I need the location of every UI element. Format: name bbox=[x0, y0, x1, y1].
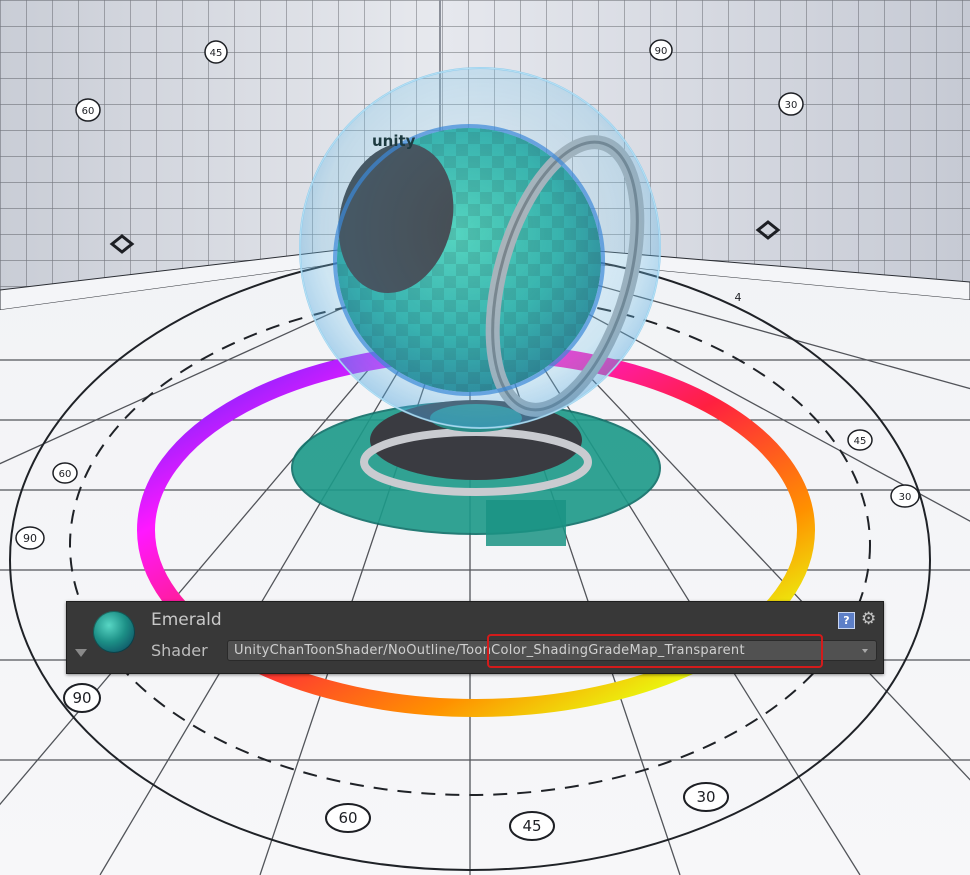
angle-label: 30 bbox=[696, 788, 715, 806]
angle-label: 4 bbox=[735, 291, 742, 304]
material-preview-scene: 90 60 45 30 90 60 45 30 45 30 60 90 4 un… bbox=[0, 0, 970, 875]
shader-dropdown-value: UnityChanToonShader/NoOutline/ToonColor_… bbox=[234, 642, 745, 660]
unity-logo-text: unity bbox=[372, 132, 416, 150]
shader-name: ToonColor_ShadingGradeMap_Transparent bbox=[460, 643, 745, 658]
shader-path-prefix: UnityChanToonShader/NoOutline/ bbox=[234, 643, 461, 658]
material-inspector-header: Emerald ? ⚙ Shader UnityChanToonShader/N… bbox=[66, 601, 884, 674]
angle-label: 30 bbox=[899, 492, 912, 503]
angle-label: 90 bbox=[23, 532, 37, 545]
chevron-down-icon bbox=[862, 649, 868, 653]
material-preview-thumbnail bbox=[93, 611, 135, 653]
shader-label: Shader bbox=[151, 641, 208, 660]
angle-label: 45 bbox=[210, 48, 223, 59]
angle-label: 45 bbox=[854, 436, 867, 447]
foldout-arrow-icon[interactable] bbox=[75, 649, 87, 657]
angle-label: 30 bbox=[785, 100, 798, 111]
angle-label: 90 bbox=[72, 689, 91, 707]
angle-label: 45 bbox=[522, 817, 541, 835]
material-name: Emerald bbox=[151, 610, 222, 630]
angle-label: 60 bbox=[338, 809, 357, 827]
gear-icon[interactable]: ⚙ bbox=[861, 609, 876, 629]
angle-label: 60 bbox=[59, 469, 72, 480]
angle-label: 90 bbox=[655, 46, 668, 57]
help-icon[interactable]: ? bbox=[838, 612, 855, 629]
angle-label: 60 bbox=[82, 106, 95, 117]
shader-dropdown[interactable]: UnityChanToonShader/NoOutline/ToonColor_… bbox=[227, 640, 877, 661]
